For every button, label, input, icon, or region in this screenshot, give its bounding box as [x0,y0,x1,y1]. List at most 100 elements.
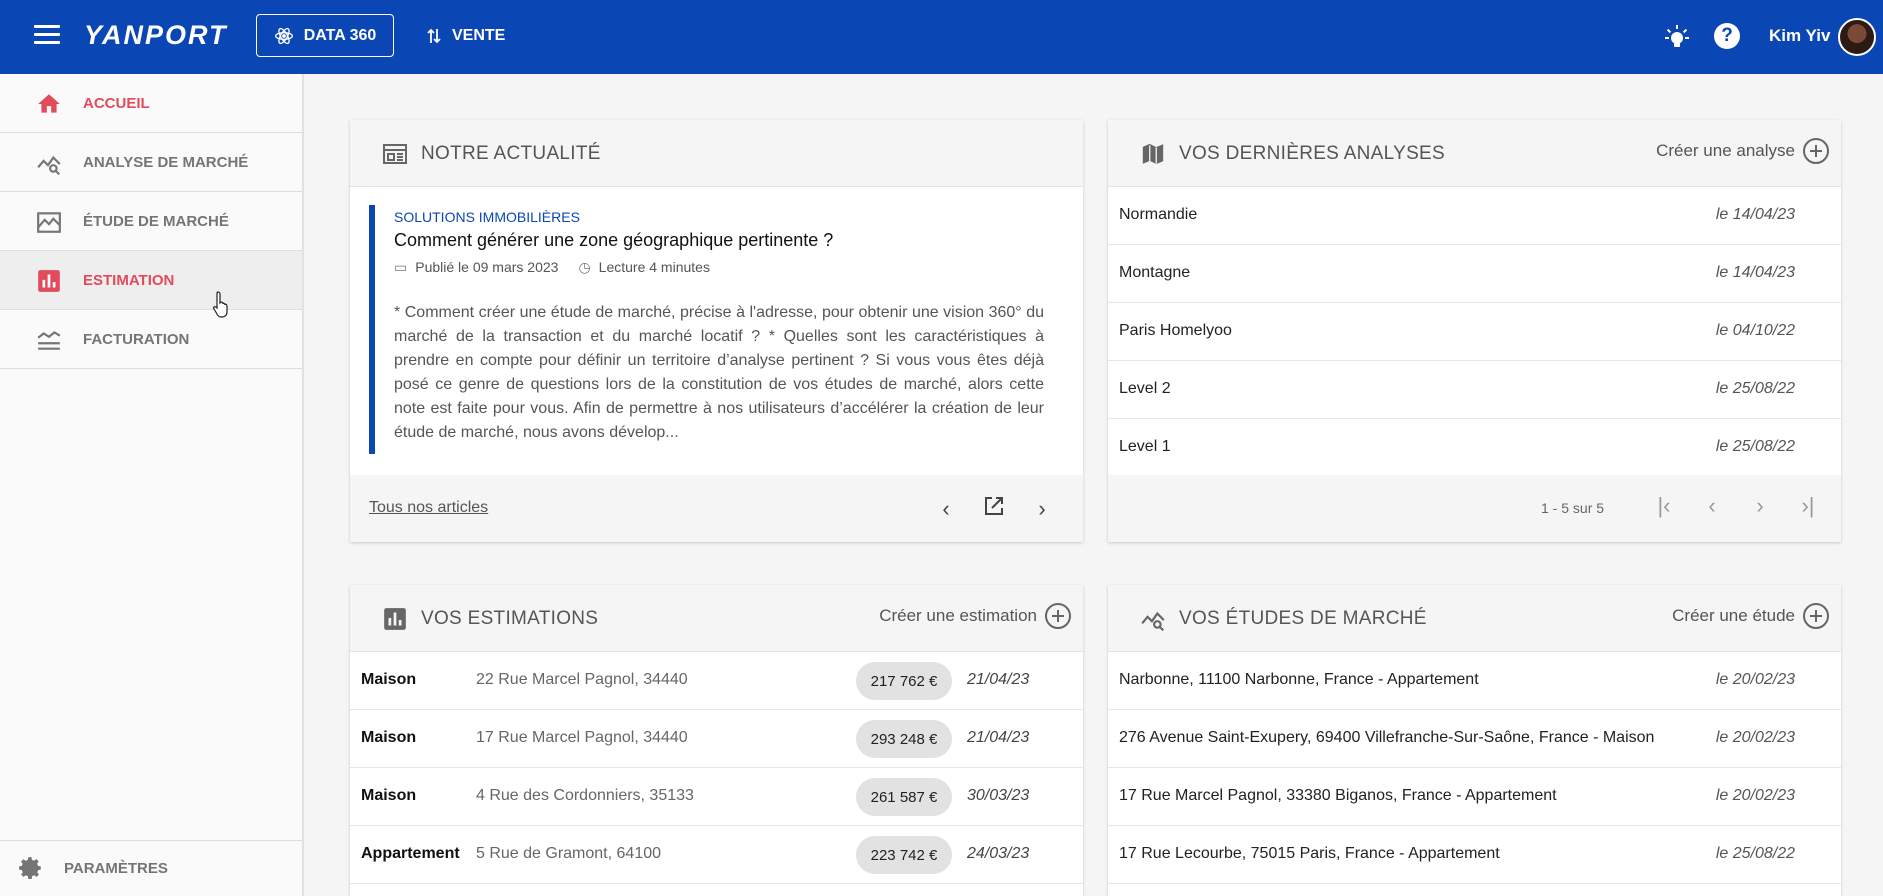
study-name: 17 Rue Marcel Pagnol, 33380 Biganos, Fra… [1119,787,1557,804]
article-meta: ▭ Publié le 09 mars 2023 ◷ Lecture 4 minut… [394,259,710,276]
create-analysis-label: Créer une analyse [1656,141,1795,160]
settings-label: PARAMÈTRES [64,860,168,877]
estimation-price-badge: 223 742 € [856,836,952,874]
analyses-card-header: VOS DERNIÈRES ANALYSES Créer une analyse [1108,120,1841,187]
open-external-icon[interactable] [981,495,1007,523]
hamburger-menu-icon[interactable] [34,25,60,47]
estimation-address: 5 Rue de Gramont, 64100 [476,845,662,862]
list-item[interactable]: Normandie le 14/04/23 [1108,187,1841,245]
estimation-price-badge: 261 587 € [856,778,952,816]
list-item[interactable]: Paris Homelyoo le 04/10/22 [1108,303,1841,361]
list-item[interactable]: Level 1 le 25/08/22 [1108,419,1841,477]
estimation-type: Maison [361,671,417,688]
sidebar-item-analyse[interactable]: ANALYSE DE MARCHÉ [0,133,302,192]
create-estimation-button[interactable]: Créer une estimation [879,603,1071,629]
clock-icon: ◷ [578,259,591,275]
add-circle-icon [1803,138,1829,164]
estimation-address: 4 Rue des Cordonniers, 35133 [476,787,694,804]
estimations-card-title: VOS ESTIMATIONS [421,608,599,629]
study-date: le 20/02/23 [1715,671,1795,688]
lightbulb-icon[interactable] [1664,24,1690,50]
list-item[interactable]: 17 Rue Marcel Pagnol, 33380 Biganos, Fra… [1108,768,1841,826]
article-accent-bar [369,205,375,454]
last-page-icon[interactable]: ›| [1795,493,1821,519]
etudes-card-title: VOS ÉTUDES DE MARCHÉ [1179,608,1427,629]
analysis-date: le 25/08/22 [1715,380,1795,397]
newspaper-icon [383,144,407,164]
sidebar-item-label: ACCUEIL [83,94,150,112]
yanport-logo[interactable]: YANPORT [84,20,228,51]
sidebar-item-parametres[interactable]: PARAMÈTRES [0,840,302,896]
previous-page-icon[interactable]: ‹ [1699,493,1725,519]
avatar[interactable] [1838,18,1876,56]
pagination: 1 - 5 sur 5 |‹ ‹ › ›| [1108,475,1841,542]
study-name: 276 Avenue Saint-Exupery, 69400 Villefra… [1119,729,1655,746]
estimation-date: 21/04/23 [967,729,1030,746]
estimations-card: VOS ESTIMATIONS Créer une estimation Mai… [350,585,1083,896]
list-item[interactable]: Montagne le 14/04/23 [1108,245,1841,303]
article-excerpt: * Comment créer une étude de marché, pré… [394,304,1044,441]
bar-chart-icon [38,270,60,292]
user-name[interactable]: Kim Yiv [1769,26,1830,46]
calendar-icon: ▭ [394,259,408,275]
analyses-card-title: VOS DERNIÈRES ANALYSES [1179,143,1446,164]
table-row[interactable]: Appartement 5 Rue de Gramont, 64100 223 … [350,826,1083,884]
sidebar-item-estimation[interactable]: ESTIMATION [0,251,302,310]
first-page-icon[interactable]: |‹ [1651,493,1677,519]
sidebar-item-facturation[interactable]: FACTURATION [0,310,302,369]
etudes-card-header: VOS ÉTUDES DE MARCHÉ Créer une étude [1108,585,1841,652]
estimation-price-badge: 217 762 € [856,662,952,700]
chevron-right-icon[interactable]: › [1029,496,1055,522]
chart-search-icon [37,155,61,176]
article-category: SOLUTIONS IMMOBILIÈRES [394,209,580,225]
table-row[interactable]: Maison 22 Rue Marcel Pagnol, 34440 217 7… [350,652,1083,710]
data360-label: DATA 360 [303,26,377,44]
table-row[interactable]: Maison 17 Rue Marcel Pagnol, 34440 293 2… [350,710,1083,768]
estimation-date: 30/03/23 [967,787,1030,804]
sidebar-item-etude[interactable]: ÉTUDE DE MARCHÉ [0,192,302,251]
chart-search-icon [1141,611,1165,632]
create-analysis-button[interactable]: Créer une analyse [1656,138,1829,164]
vente-button[interactable]: VENTE [426,14,505,57]
add-circle-icon [1803,603,1829,629]
article-reading-time: Lecture 4 minutes [598,259,710,275]
sidebar-item-label: ESTIMATION [83,271,175,289]
list-item[interactable]: 276 Avenue Saint-Exupery, 69400 Villefra… [1108,710,1841,768]
hand-cursor-icon [213,291,228,318]
article-title[interactable]: Comment générer une zone géographique pe… [394,230,833,251]
chevron-left-icon[interactable]: ‹ [933,496,959,522]
list-item[interactable]: Narbonne, 11100 Narbonne, France - Appar… [1108,652,1841,710]
sidebar-item-accueil[interactable]: ACCUEIL [0,74,302,133]
analysis-date: le 04/10/22 [1715,322,1795,339]
create-study-button[interactable]: Créer une étude [1672,603,1829,629]
sidebar: ACCUEIL ANALYSE DE MARCHÉ ÉTUDE DE MARCH… [0,74,304,896]
estimation-address: 22 Rue Marcel Pagnol, 34440 [476,671,688,688]
pagination-range: 1 - 5 sur 5 [1541,500,1605,516]
news-article[interactable]: SOLUTIONS IMMOBILIÈRES Comment générer u… [350,187,1083,475]
news-navigation: ‹ › [933,495,1055,523]
all-articles-link[interactable]: Tous nos articles [369,499,488,517]
estimation-price-badge: 293 248 € [856,720,952,758]
estimations-card-header: VOS ESTIMATIONS Créer une estimation [350,585,1083,652]
next-page-icon[interactable]: › [1747,493,1773,519]
analyses-card: VOS DERNIÈRES ANALYSES Créer une analyse… [1108,120,1841,542]
atom-icon [274,27,293,44]
add-circle-icon [1045,603,1071,629]
sidebar-item-label: ÉTUDE DE MARCHÉ [83,212,229,230]
etudes-card: VOS ÉTUDES DE MARCHÉ Créer une étude Nar… [1108,585,1841,896]
study-name: Narbonne, 11100 Narbonne, France - Appar… [1119,671,1479,688]
top-bar: YANPORT DATA 360 VENTE ? Kim Yiv [0,0,1883,74]
list-item[interactable]: 17 Rue Lecourbe, 75015 Paris, France - A… [1108,826,1841,884]
sidebar-item-label: FACTURATION [83,330,190,348]
news-card-title: NOTRE ACTUALITÉ [421,143,601,164]
news-card: NOTRE ACTUALITÉ SOLUTIONS IMMOBILIÈRES C… [350,120,1083,542]
table-row[interactable]: Maison 4 Rue des Cordonniers, 35133 261 … [350,768,1083,826]
study-date: le 20/02/23 [1715,787,1795,804]
billing-lines-icon [37,331,61,350]
estimation-type: Appartement [361,845,460,862]
list-item[interactable]: Level 2 le 25/08/22 [1108,361,1841,419]
pagination-buttons: |‹ ‹ › ›| [1651,493,1821,519]
analysis-name: Montagne [1119,264,1191,281]
help-icon[interactable]: ? [1714,23,1740,49]
data360-button[interactable]: DATA 360 [256,14,394,57]
